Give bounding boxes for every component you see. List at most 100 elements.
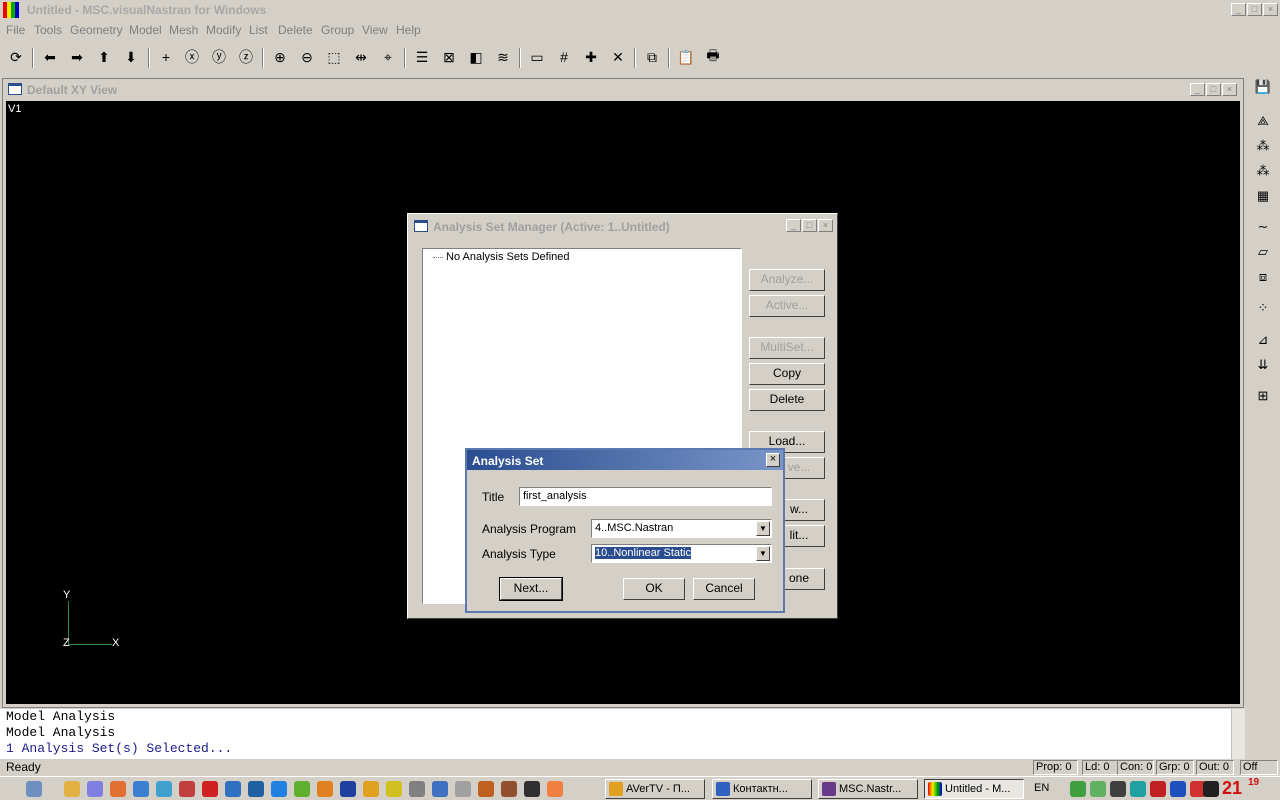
taskbar-button-untitled[interactable]: Untitled - M... <box>924 779 1024 799</box>
layers-icon[interactable]: ≋ <box>491 45 515 69</box>
message-scrollbar[interactable] <box>1231 709 1245 759</box>
quicklaunch-icon[interactable] <box>386 781 402 797</box>
view-layout-icon[interactable]: ⊞ <box>1250 385 1276 407</box>
menu-help[interactable]: Help <box>396 23 421 37</box>
view-close-button[interactable]: × <box>1222 83 1237 96</box>
multiset-button[interactable]: MultiSet... <box>749 337 825 359</box>
asm-maximize-button[interactable]: □ <box>802 219 817 232</box>
taskbar-button-contacts[interactable]: Контактн... <box>712 779 812 799</box>
tray-icon[interactable] <box>1130 781 1146 797</box>
maximize-button[interactable]: □ <box>1247 3 1262 16</box>
taskbar-button-nastran[interactable]: MSC.Nastr... <box>818 779 918 799</box>
plus-icon[interactable]: + <box>154 45 178 69</box>
surface-icon[interactable]: ▱ <box>1250 241 1276 263</box>
quicklaunch-icon[interactable] <box>317 781 333 797</box>
box-x-icon[interactable]: ⊠ <box>437 45 461 69</box>
solid-icon[interactable]: ⧈ <box>1250 266 1276 288</box>
cross-icon[interactable]: ✚ <box>579 45 603 69</box>
quicklaunch-icon[interactable] <box>133 781 149 797</box>
center-icon[interactable]: ⌖ <box>376 45 400 69</box>
quicklaunch-icon[interactable] <box>156 781 172 797</box>
title-input[interactable]: first_analysis <box>519 487 772 506</box>
ok-button[interactable]: OK <box>623 578 685 600</box>
pan-icon[interactable]: ⇹ <box>349 45 373 69</box>
quicklaunch-icon[interactable] <box>547 781 563 797</box>
start-icon[interactable] <box>26 781 42 797</box>
quicklaunch-icon[interactable] <box>294 781 310 797</box>
taskbar-button-avertv[interactable]: AVerTV - П... <box>605 779 705 799</box>
save-icon[interactable]: 💾 <box>1250 76 1276 98</box>
quicklaunch-icon[interactable] <box>110 781 126 797</box>
analysis-program-select[interactable]: 4..MSC.Nastran ▼ <box>591 519 772 538</box>
rotate-x-icon[interactable]: ⓧ <box>180 45 204 69</box>
rotate-z-icon[interactable]: ⓩ <box>234 45 258 69</box>
quicklaunch-icon[interactable] <box>225 781 241 797</box>
menu-modify[interactable]: Modify <box>206 23 241 37</box>
node-icon[interactable]: ⁂ <box>1250 160 1276 182</box>
select-box-icon[interactable]: ⬚ <box>322 45 346 69</box>
quicklaunch-icon[interactable] <box>271 781 287 797</box>
chevron-down-icon[interactable]: ▼ <box>756 521 770 536</box>
analyze-button[interactable]: Analyze... <box>749 269 825 291</box>
rotate-y-icon[interactable]: ⓨ <box>207 45 231 69</box>
menu-delete[interactable]: Delete <box>278 23 313 37</box>
quicklaunch-icon[interactable] <box>179 781 195 797</box>
window-icon[interactable]: ▭ <box>525 45 549 69</box>
grid-icon[interactable]: # <box>552 45 576 69</box>
asm-minimize-button[interactable]: _ <box>786 219 801 232</box>
quicklaunch-icon[interactable] <box>363 781 379 797</box>
quicklaunch-icon[interactable] <box>202 781 218 797</box>
language-indicator[interactable]: EN <box>1034 782 1049 794</box>
zoom-in-icon[interactable]: ⊕ <box>268 45 292 69</box>
menu-view[interactable]: View <box>362 23 388 37</box>
chevron-down-icon[interactable]: ▼ <box>756 546 770 561</box>
clipboard-icon[interactable]: 📋 <box>674 45 698 69</box>
quicklaunch-icon[interactable] <box>340 781 356 797</box>
arrow-right-icon[interactable]: ➡ <box>65 45 89 69</box>
next-button[interactable]: Next... <box>499 577 563 601</box>
menu-group[interactable]: Group <box>321 23 354 37</box>
copy-button[interactable]: Copy <box>749 363 825 385</box>
menu-list[interactable]: List <box>249 23 268 37</box>
analysis-type-select[interactable]: 10..Nonlinear Static ▼ <box>591 544 772 563</box>
mesh-icon[interactable]: ⁂ <box>1250 135 1276 157</box>
cube-icon[interactable]: ◧ <box>464 45 488 69</box>
arrow-left-icon[interactable]: ⬅ <box>38 45 62 69</box>
zoom-out-icon[interactable]: ⊖ <box>295 45 319 69</box>
arrow-down-icon[interactable]: ⬇ <box>119 45 143 69</box>
rotate-icon[interactable]: ⟳ <box>4 45 28 69</box>
delete-button[interactable]: Delete <box>749 389 825 411</box>
quicklaunch-icon[interactable] <box>87 781 103 797</box>
cancel-button[interactable]: Cancel <box>693 578 755 600</box>
menu-geometry[interactable]: Geometry <box>70 23 123 37</box>
points-icon[interactable]: ⁘ <box>1250 297 1276 319</box>
tree-item[interactable]: No Analysis Sets Defined <box>446 251 570 263</box>
quicklaunch-icon[interactable] <box>501 781 517 797</box>
tray-icon[interactable] <box>1090 781 1106 797</box>
tray-icon[interactable] <box>1070 781 1086 797</box>
quicklaunch-icon[interactable] <box>432 781 448 797</box>
list-icon[interactable]: ☰ <box>410 45 434 69</box>
tray-icon[interactable] <box>1150 781 1166 797</box>
quicklaunch-icon[interactable] <box>248 781 264 797</box>
delete-icon[interactable]: ✕ <box>606 45 630 69</box>
menu-file[interactable]: File <box>6 23 25 37</box>
tray-icon[interactable] <box>1203 781 1219 797</box>
fit-icon[interactable]: ⧉ <box>640 45 664 69</box>
asm-close-button[interactable]: × <box>818 219 833 232</box>
element-icon[interactable]: ▦ <box>1250 185 1276 207</box>
tray-icon[interactable] <box>1170 781 1186 797</box>
close-button[interactable]: × <box>1263 3 1278 16</box>
as-close-button[interactable]: × <box>766 453 780 467</box>
quicklaunch-icon[interactable] <box>455 781 471 797</box>
constraint-icon[interactable]: ⊿ <box>1250 329 1276 351</box>
curve-icon[interactable]: ∼ <box>1250 216 1276 238</box>
menu-model[interactable]: Model <box>129 23 162 37</box>
minimize-button[interactable]: _ <box>1231 3 1246 16</box>
message-pane[interactable]: Model Analysis Model Analysis 1 Analysis… <box>0 709 1245 759</box>
arrow-up-icon[interactable]: ⬆ <box>92 45 116 69</box>
menu-tools[interactable]: Tools <box>34 23 62 37</box>
active-button[interactable]: Active... <box>749 295 825 317</box>
menu-mesh[interactable]: Mesh <box>169 23 198 37</box>
geometry-icon[interactable]: ⟁ <box>1250 110 1276 132</box>
